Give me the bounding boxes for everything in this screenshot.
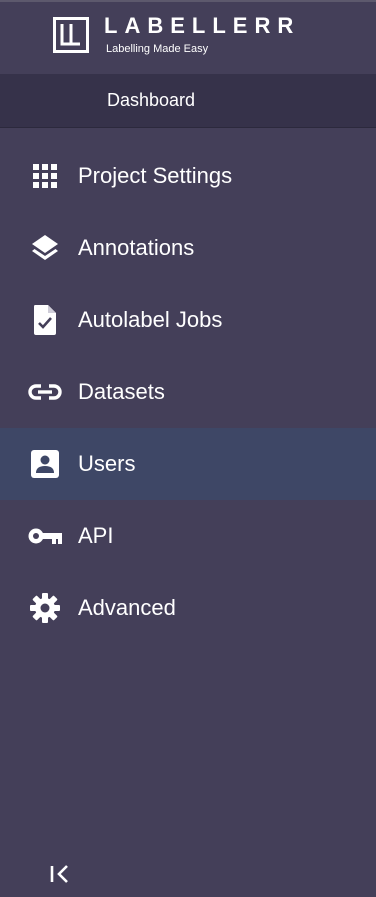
link-icon: [28, 378, 62, 406]
grid-icon: [28, 162, 62, 190]
brand-name: LABELLERR: [104, 13, 301, 38]
sidebar-item-label: Autolabel Jobs: [78, 307, 223, 332]
sidebar-item-users[interactable]: Users: [0, 428, 376, 500]
gear-icon: [28, 593, 62, 623]
dashboard-label: Dashboard: [107, 90, 196, 110]
sidebar-item-label: API: [78, 523, 114, 548]
layers-icon: [28, 234, 62, 262]
file-check-icon: [28, 305, 62, 335]
sidebar-item-advanced[interactable]: Advanced: [0, 572, 376, 644]
labellerr-logo-icon: [53, 17, 89, 53]
user-card-icon: [28, 450, 62, 478]
sidebar: LABELLERR Labelling Made Easy Dashboard …: [0, 0, 376, 897]
collapse-sidebar-button[interactable]: [44, 858, 76, 890]
sidebar-item-label: Annotations: [78, 235, 195, 260]
brand-tagline: Labelling Made Easy: [106, 43, 209, 55]
brand-header[interactable]: LABELLERR Labelling Made Easy: [0, 2, 376, 74]
sidebar-item-api[interactable]: API: [0, 500, 376, 572]
sidebar-item-datasets[interactable]: Datasets: [0, 356, 376, 428]
sidebar-item-annotations[interactable]: Annotations: [0, 212, 376, 284]
dashboard-link[interactable]: Dashboard: [0, 74, 376, 128]
sidebar-item-label: Advanced: [78, 595, 176, 620]
sidebar-nav: Project Settings Annotations Autolabel J…: [0, 140, 376, 644]
sidebar-item-project-settings[interactable]: Project Settings: [0, 140, 376, 212]
sidebar-item-autolabel-jobs[interactable]: Autolabel Jobs: [0, 284, 376, 356]
sidebar-item-label: Users: [78, 451, 136, 476]
key-icon: [28, 522, 62, 550]
collapse-left-icon: [50, 865, 68, 883]
sidebar-item-label: Datasets: [78, 379, 165, 404]
sidebar-item-label: Project Settings: [78, 163, 233, 188]
